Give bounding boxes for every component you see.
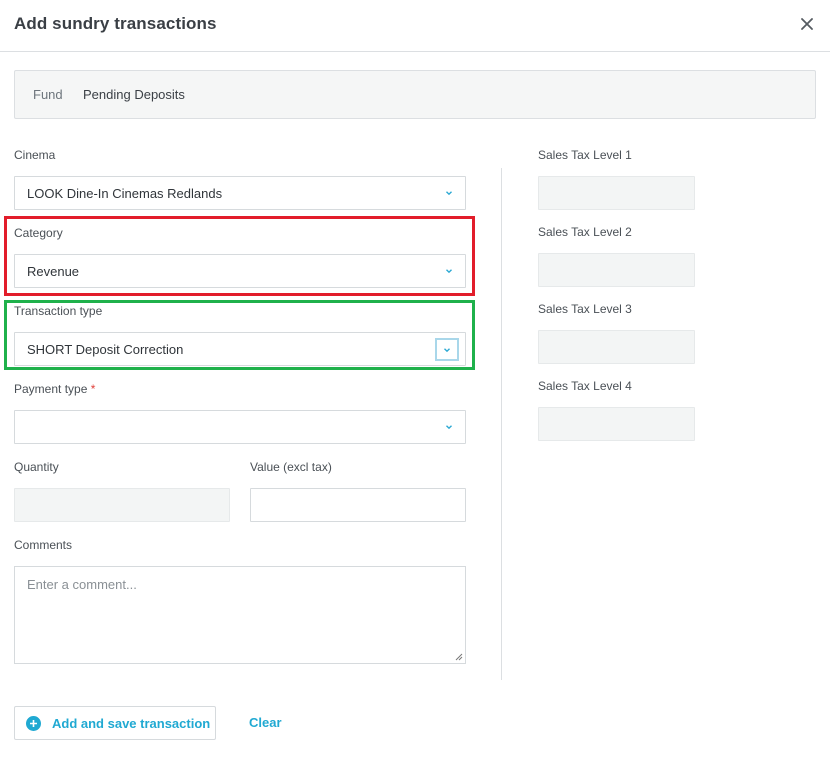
fund-value: Pending Deposits: [83, 87, 185, 102]
sales-tax-level-4-field: [538, 407, 695, 441]
required-mark: *: [90, 382, 96, 396]
quantity-field: [14, 488, 230, 522]
transaction-type-highlight-box: [4, 300, 475, 370]
sales-tax-level-2-label: Sales Tax Level 2: [538, 225, 632, 239]
sales-tax-level-1-label: Sales Tax Level 1: [538, 148, 632, 162]
value-excl-tax-label: Value (excl tax): [250, 460, 332, 474]
payment-type-label-text: Payment type: [14, 382, 88, 396]
category-highlight-box: [4, 216, 475, 296]
add-and-save-transaction-label: Add and save transaction: [52, 715, 211, 731]
chevron-down-icon: [446, 191, 452, 196]
payment-type-label: Payment type *: [14, 382, 95, 396]
clear-button[interactable]: Clear: [249, 715, 282, 730]
comments-textarea[interactable]: Enter a comment...: [14, 566, 466, 664]
dialog-header: Add sundry transactions: [0, 0, 830, 52]
cinema-select[interactable]: LOOK Dine-In Cinemas Redlands: [14, 176, 466, 210]
cinema-value: LOOK Dine-In Cinemas Redlands: [27, 185, 223, 201]
cinema-label: Cinema: [14, 148, 56, 162]
value-excl-tax-field[interactable]: [250, 488, 466, 522]
column-divider: [501, 168, 502, 680]
chevron-down-icon: [446, 425, 452, 430]
resize-grip-icon[interactable]: [454, 652, 463, 661]
sales-tax-level-2-field: [538, 253, 695, 287]
close-button[interactable]: [796, 13, 818, 35]
fund-label: Fund: [33, 87, 63, 102]
sales-tax-level-3-field: [538, 330, 695, 364]
sales-tax-level-4-label: Sales Tax Level 4: [538, 379, 632, 393]
sales-tax-level-1-field: [538, 176, 695, 210]
comments-label: Comments: [14, 538, 73, 552]
fund-bar: Fund Pending Deposits: [14, 70, 816, 119]
sales-tax-level-3-label: Sales Tax Level 3: [538, 302, 632, 316]
payment-type-select[interactable]: [14, 410, 466, 444]
dialog-title: Add sundry transactions: [14, 14, 217, 33]
plus-circle-icon: [26, 715, 41, 731]
comments-placeholder: Enter a comment...: [27, 577, 137, 592]
add-and-save-transaction-button[interactable]: Add and save transaction: [14, 706, 216, 740]
close-icon: [801, 18, 813, 30]
quantity-label: Quantity: [14, 460, 59, 474]
